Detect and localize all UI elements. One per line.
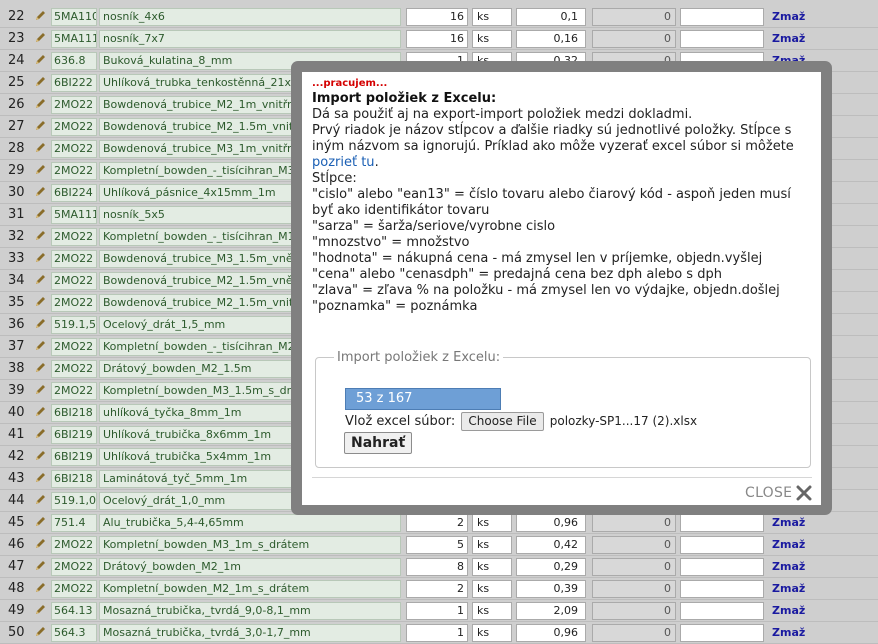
column-desc-4: "hodnota" = nákupná cena - má zmysel len… <box>312 251 763 266</box>
column-desc-2: "sarza" = šarža/seriove/vyrobne cislo <box>312 219 556 234</box>
modal-text: ...pracujem... Import položiek z Excelu:… <box>312 77 814 315</box>
modal-divider <box>312 477 812 478</box>
upload-button[interactable]: Nahrať <box>344 432 413 454</box>
column-desc-1: "cislo" alebo "ean13" = číslo tovaru ale… <box>312 187 791 218</box>
column-desc-3: "mnozstvo" = množstvo <box>312 235 470 250</box>
example-link[interactable]: pozrieť tu <box>312 155 375 170</box>
fieldset-legend: Import položiek z Excelu: <box>337 350 501 365</box>
column-desc-7: "poznamka" = poznámka <box>312 299 478 314</box>
choose-file-button[interactable]: Choose File <box>461 412 544 431</box>
columns-heading: Stĺpce: <box>312 171 357 186</box>
modal-title: Import položiek z Excelu: <box>312 91 497 106</box>
working-indicator: ...pracujem... <box>312 78 388 89</box>
close-button[interactable]: CLOSE <box>745 485 812 505</box>
column-desc-5: "cena" alebo "cenasdph" = predajná cena … <box>312 267 722 282</box>
file-label: Vlož excel súbor: <box>345 414 456 429</box>
file-input-row: Vlož excel súbor: Choose File polozky-SP… <box>345 411 697 432</box>
selected-file-name: polozky-SP1...17 (2).xlsx <box>549 414 698 428</box>
description-end: . <box>374 155 379 170</box>
column-desc-6: "zlava" = zľava % na položku - má zmysel… <box>312 283 780 298</box>
import-modal: ...pracujem... Import položiek z Excelu:… <box>291 61 832 515</box>
close-icon <box>796 485 812 505</box>
modal-body: ...pracujem... Import položiek z Excelu:… <box>302 72 821 505</box>
description-text: Prvý riadok je názov stĺpcov a ďalšie ri… <box>312 123 814 171</box>
upload-progress-bar: 53 z 167 <box>345 388 501 410</box>
description-body: Prvý riadok je názov stĺpcov a ďalšie ri… <box>312 123 794 154</box>
close-label: CLOSE <box>745 485 793 501</box>
intro-text: Dá sa použiť aj na export-import položie… <box>312 107 693 122</box>
